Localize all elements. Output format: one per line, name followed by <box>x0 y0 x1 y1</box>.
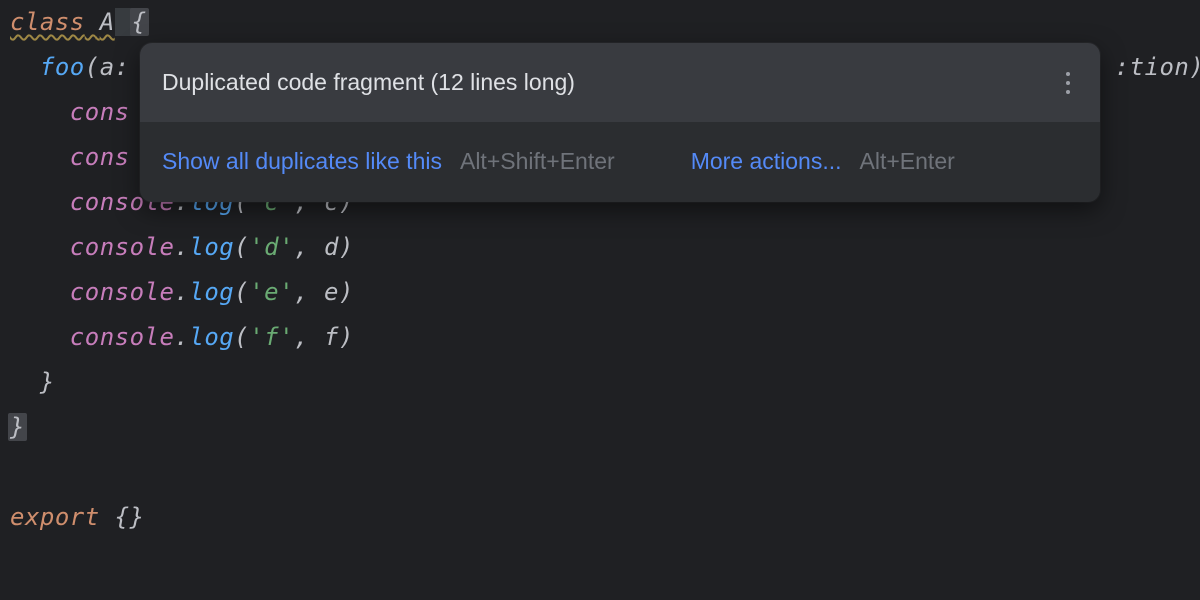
show-duplicates-link[interactable]: Show all duplicates like this <box>162 139 442 184</box>
code-line: console.log('f', f) <box>10 315 1190 360</box>
inspection-tooltip: Duplicated code fragment (12 lines long)… <box>140 43 1100 202</box>
method-name: foo <box>40 53 85 81</box>
brace-close: } <box>40 368 55 396</box>
brace-close: } <box>8 413 27 441</box>
brace-open: { <box>130 8 149 36</box>
code-line: class A { <box>10 0 1190 45</box>
code-line: export {} <box>10 495 1190 540</box>
keyword-class: class <box>10 8 85 36</box>
tooltip-title: Duplicated code fragment (12 lines long) <box>162 60 575 105</box>
code-fragment-right: :tion) <box>1115 53 1200 81</box>
tooltip-body: Show all duplicates like this Alt+Shift+… <box>140 122 1100 202</box>
console-cut: cons <box>70 143 130 171</box>
keyword-export: export <box>10 503 100 531</box>
code-line: } <box>10 360 1190 405</box>
kebab-menu-icon[interactable] <box>1060 68 1076 98</box>
more-actions-link[interactable]: More actions... <box>691 139 842 184</box>
console-cut: cons <box>70 98 130 126</box>
code-line: console.log('d', d) <box>10 225 1190 270</box>
class-name: A <box>100 8 115 36</box>
braces-empty: {} <box>115 503 145 531</box>
tooltip-header: Duplicated code fragment (12 lines long) <box>140 43 1100 122</box>
code-line: } <box>10 405 1190 450</box>
code-editor[interactable]: class A { foo(a::tion) cons cons console… <box>0 0 1200 540</box>
shortcut-text: Alt+Shift+Enter <box>460 139 615 184</box>
shortcut-text: Alt+Enter <box>860 139 955 184</box>
code-line: console.log('e', e) <box>10 270 1190 315</box>
code-line-blank <box>10 450 1190 495</box>
